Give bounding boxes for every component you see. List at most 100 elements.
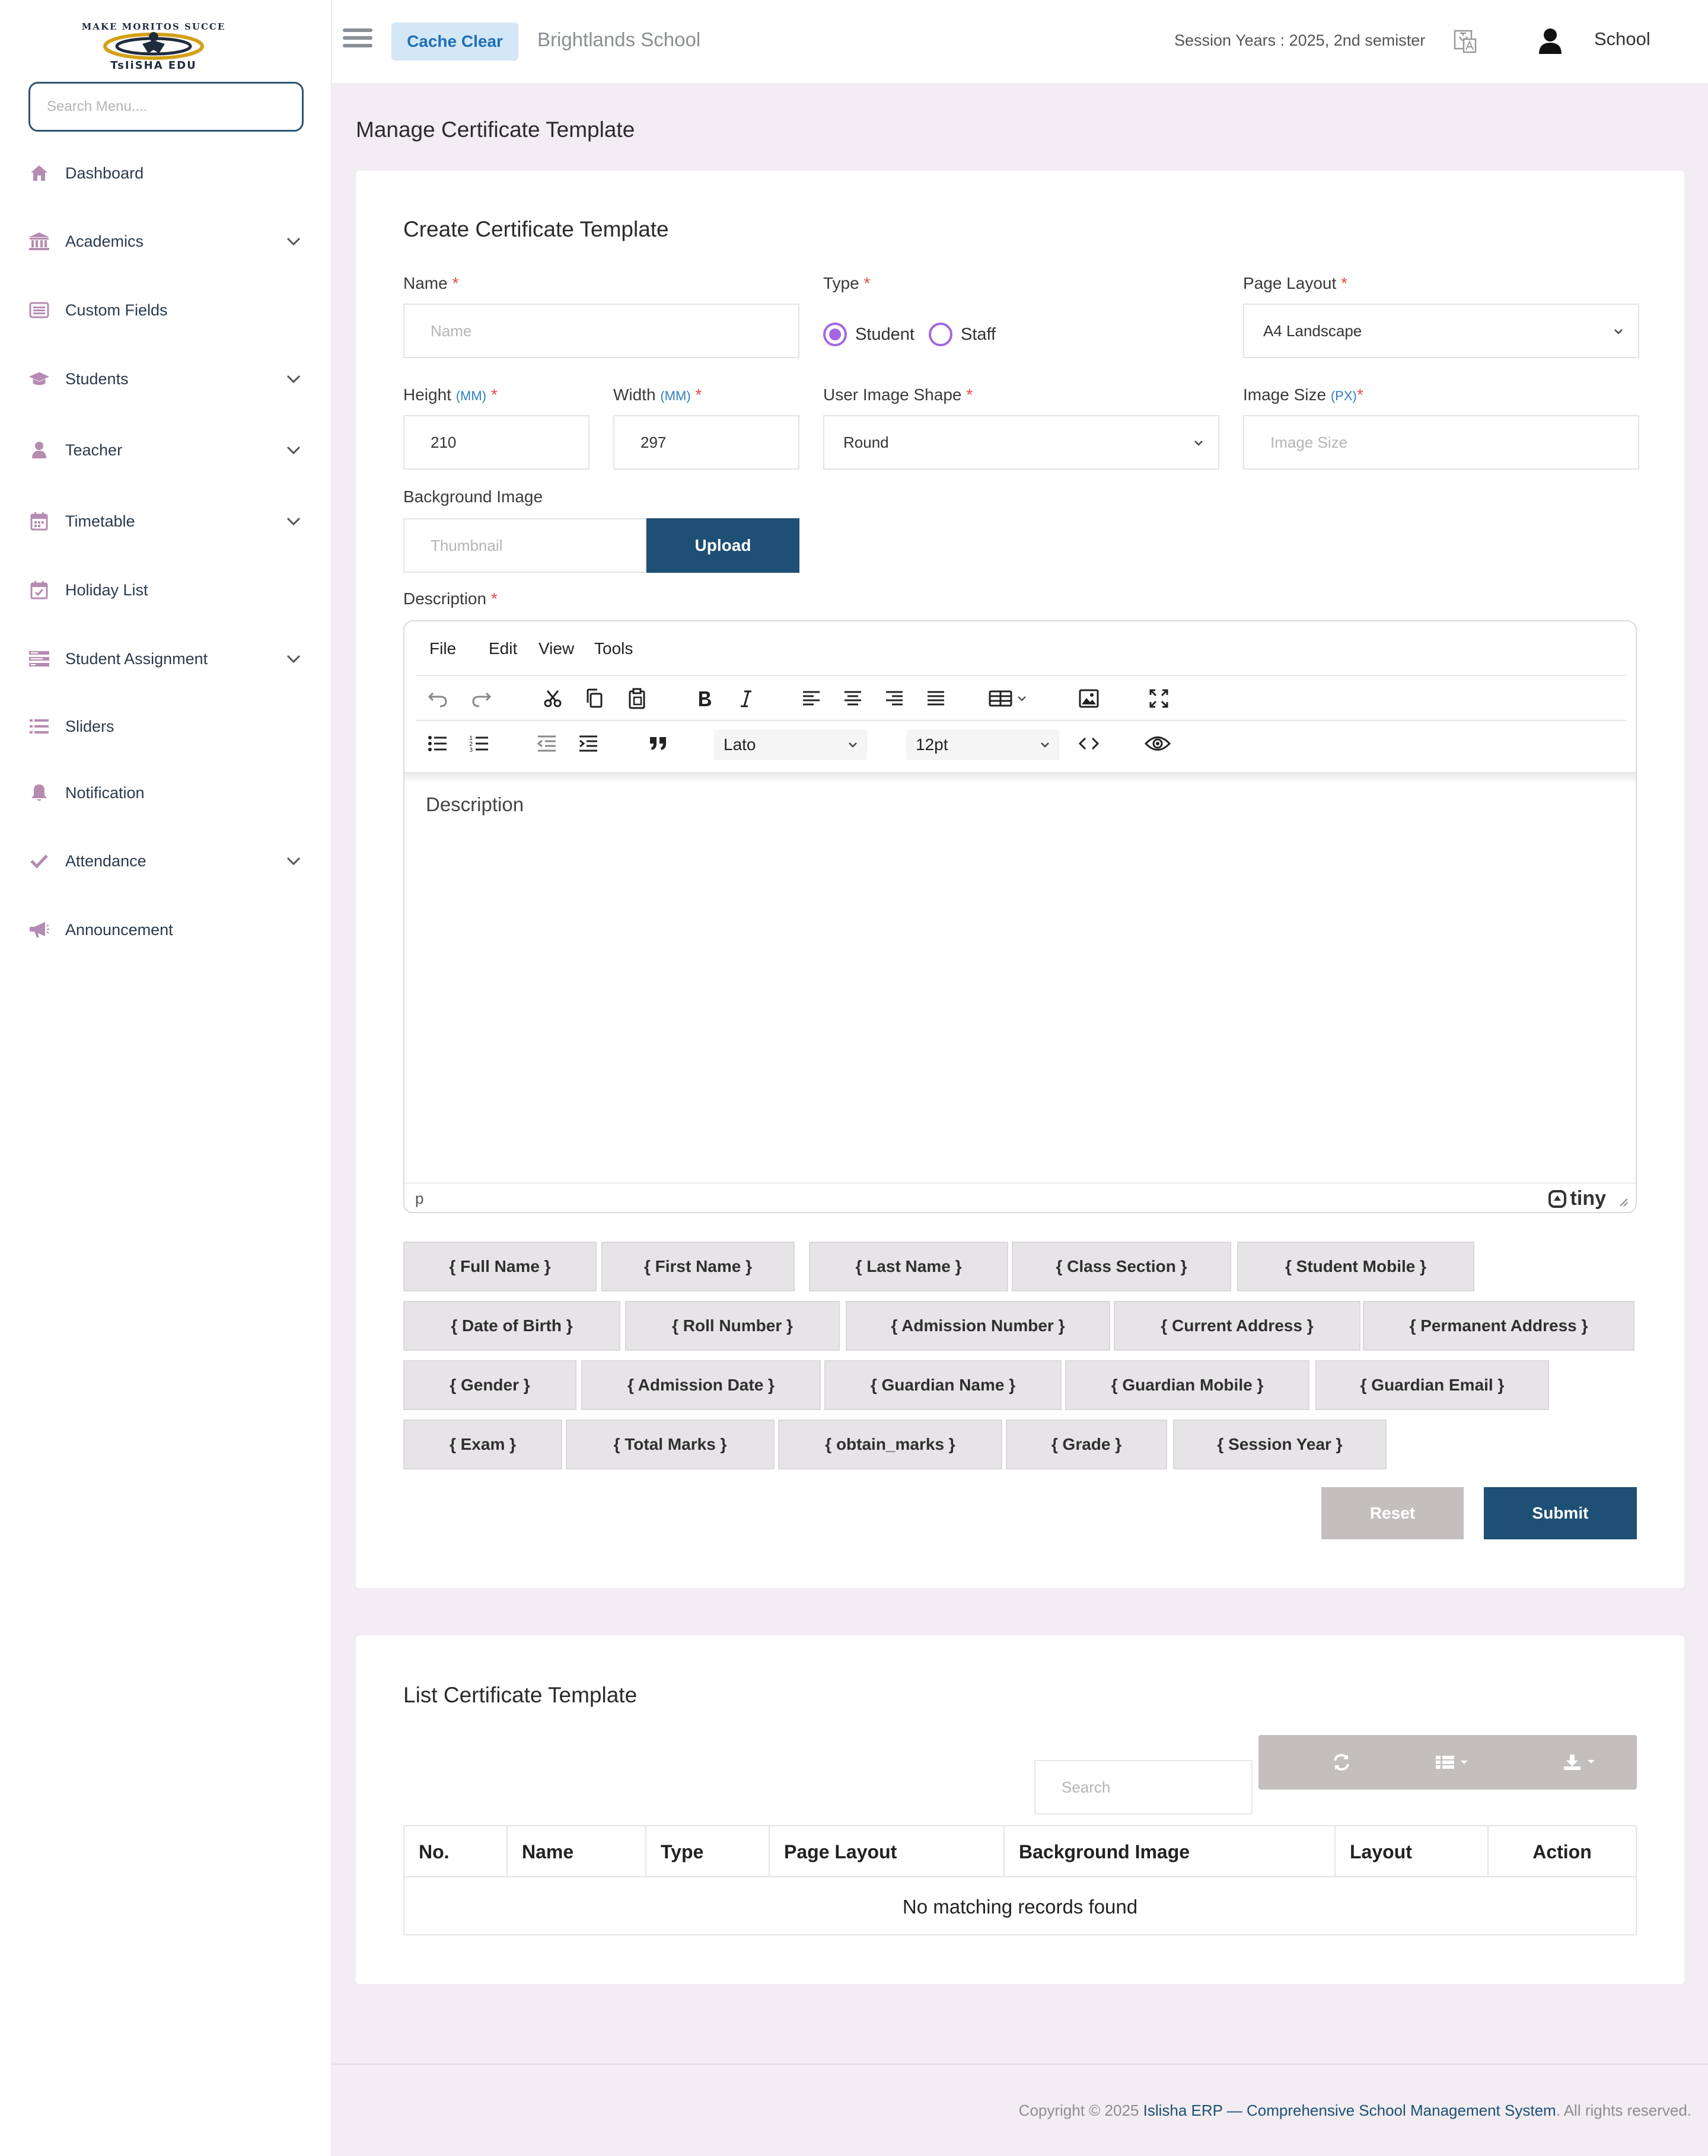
sidebar-item-attendance[interactable]: Attendance	[0, 837, 332, 885]
placeholder-chip[interactable]: { Last Name }	[809, 1242, 1008, 1291]
sidebar-item-academics[interactable]: Academics	[0, 218, 332, 265]
sidebar-item-holiday-list[interactable]: Holiday List	[0, 566, 332, 614]
placeholder-chip[interactable]: { obtain_marks }	[778, 1420, 1002, 1469]
chevron-down-icon[interactable]	[283, 851, 304, 871]
align-center-icon[interactable]	[839, 684, 867, 713]
placeholder-chip[interactable]: { Current Address }	[1114, 1301, 1360, 1351]
sidebar-item-student-assignment[interactable]: Student Assignment	[0, 635, 332, 682]
sidebar-item-custom-fields[interactable]: Custom Fields	[0, 286, 332, 334]
column-header-page-layout[interactable]: Page Layout	[770, 1826, 1005, 1877]
indent-icon[interactable]	[574, 729, 603, 758]
placeholder-chip[interactable]: { Student Mobile }	[1237, 1242, 1474, 1291]
copy-icon[interactable]	[580, 684, 608, 713]
column-header-background-image[interactable]: Background Image	[1005, 1826, 1336, 1877]
sidebar-item-announcement[interactable]: Announcement	[0, 906, 332, 953]
background-image-input[interactable]	[403, 518, 646, 573]
chevron-down-icon[interactable]	[283, 440, 304, 460]
font-size-select[interactable]: 12pt	[906, 729, 1059, 760]
type-staff-radio[interactable]	[928, 323, 952, 346]
numbered-list-icon[interactable]: 123	[465, 729, 493, 758]
sidebar-item-students[interactable]: Students	[0, 355, 332, 403]
column-header-name[interactable]: Name	[508, 1826, 646, 1877]
bold-icon[interactable]	[690, 684, 719, 713]
height-input[interactable]	[403, 415, 589, 470]
fullscreen-icon[interactable]	[1145, 684, 1173, 713]
sidebar-item-notification[interactable]: Notification	[0, 769, 332, 817]
italic-icon[interactable]	[732, 684, 760, 713]
type-staff-label[interactable]: Staff	[961, 325, 996, 345]
paste-icon[interactable]	[623, 684, 651, 713]
tiny-logo[interactable]: tiny	[1548, 1187, 1606, 1210]
user-name[interactable]: School	[1594, 28, 1650, 50]
chevron-down-icon[interactable]	[283, 511, 304, 531]
name-input[interactable]	[403, 304, 799, 358]
preview-eye-icon[interactable]	[1143, 729, 1172, 758]
chevron-down-icon[interactable]	[283, 231, 304, 251]
placeholder-chip[interactable]: { Total Marks }	[566, 1420, 775, 1469]
columns-toggle-icon[interactable]	[1406, 1735, 1500, 1790]
placeholder-chip[interactable]: { Guardian Name }	[824, 1360, 1062, 1410]
sidebar-item-sliders[interactable]: Sliders	[0, 703, 332, 750]
placeholder-chip[interactable]: { First Name }	[601, 1242, 795, 1291]
editor-element-path[interactable]: p	[415, 1189, 423, 1208]
align-justify-icon[interactable]	[922, 684, 950, 713]
type-student-label[interactable]: Student	[855, 325, 914, 345]
school-logo[interactable]: MAKE MORITOS SUCCE TsIiSHA EDU	[70, 17, 237, 71]
placeholder-chip[interactable]: { Gender }	[403, 1360, 576, 1410]
refresh-icon[interactable]	[1294, 1735, 1389, 1790]
language-icon[interactable]	[1453, 28, 1478, 55]
editor-menu-edit[interactable]: Edit	[489, 639, 517, 658]
placeholder-chip[interactable]: { Date of Birth }	[403, 1301, 620, 1351]
source-code-icon[interactable]	[1075, 729, 1103, 758]
image-size-input[interactable]	[1243, 415, 1639, 470]
outdent-icon[interactable]	[533, 729, 561, 758]
placeholder-chip[interactable]: { Full Name }	[403, 1242, 597, 1291]
placeholder-chip[interactable]: { Guardian Email }	[1315, 1360, 1549, 1410]
column-header-no[interactable]: No.	[404, 1826, 508, 1877]
width-input[interactable]	[613, 415, 799, 470]
editor-menu-file[interactable]: File	[429, 639, 456, 658]
image-icon[interactable]	[1075, 684, 1103, 713]
placeholder-chip[interactable]: { Exam }	[403, 1420, 562, 1469]
sidebar-item-timetable[interactable]: Timetable	[0, 497, 332, 545]
placeholder-chip[interactable]: { Admission Date }	[581, 1360, 821, 1410]
undo-icon[interactable]	[423, 684, 452, 713]
placeholder-chip[interactable]: { Session Year }	[1173, 1420, 1387, 1469]
page-layout-select[interactable]: A4 Landscape	[1243, 304, 1639, 358]
align-right-icon[interactable]	[880, 684, 909, 713]
placeholder-chip[interactable]: { Permanent Address }	[1363, 1301, 1634, 1351]
sidebar-search-input[interactable]	[28, 82, 304, 132]
resize-handle-icon[interactable]	[1617, 1195, 1629, 1207]
editor-menu-tools[interactable]: Tools	[594, 639, 633, 658]
placeholder-chip[interactable]: { Class Section }	[1012, 1242, 1231, 1291]
placeholder-chip[interactable]: { Roll Number }	[625, 1301, 840, 1351]
cache-clear-button[interactable]: Cache Clear	[391, 23, 518, 60]
placeholder-chip[interactable]: { Admission Number }	[846, 1301, 1110, 1351]
type-student-radio[interactable]	[823, 323, 847, 346]
menu-toggle-icon[interactable]	[343, 28, 372, 55]
user-avatar-icon[interactable]	[1537, 27, 1563, 55]
placeholder-chip[interactable]: { Guardian Mobile }	[1065, 1360, 1309, 1410]
column-header-layout[interactable]: Layout	[1336, 1826, 1489, 1877]
placeholder-chip[interactable]: { Grade }	[1006, 1420, 1167, 1469]
table-search-input[interactable]	[1034, 1760, 1253, 1814]
reset-button[interactable]: Reset	[1321, 1487, 1464, 1539]
align-left-icon[interactable]	[797, 684, 826, 713]
editor-content-area[interactable]: Description	[426, 793, 524, 816]
font-family-select[interactable]: Lato	[714, 729, 867, 760]
export-download-icon[interactable]	[1534, 1735, 1629, 1790]
table-icon[interactable]	[987, 684, 1034, 713]
submit-button[interactable]: Submit	[1484, 1487, 1637, 1539]
sidebar-item-teacher[interactable]: Teacher	[0, 426, 332, 474]
upload-button[interactable]: Upload	[646, 518, 799, 573]
user-image-shape-select[interactable]: Round	[823, 415, 1219, 470]
chevron-down-icon[interactable]	[283, 369, 304, 389]
bullet-list-icon[interactable]	[423, 729, 452, 758]
editor-menu-view[interactable]: View	[538, 639, 574, 658]
chevron-down-icon[interactable]	[283, 649, 304, 669]
cut-icon[interactable]	[538, 684, 567, 713]
redo-icon[interactable]	[467, 684, 496, 713]
footer-product-link[interactable]: Islisha ERP — Comprehensive School Manag…	[1143, 2101, 1556, 2119]
sidebar-item-dashboard[interactable]: Dashboard	[0, 149, 332, 197]
blockquote-icon[interactable]	[644, 729, 673, 758]
